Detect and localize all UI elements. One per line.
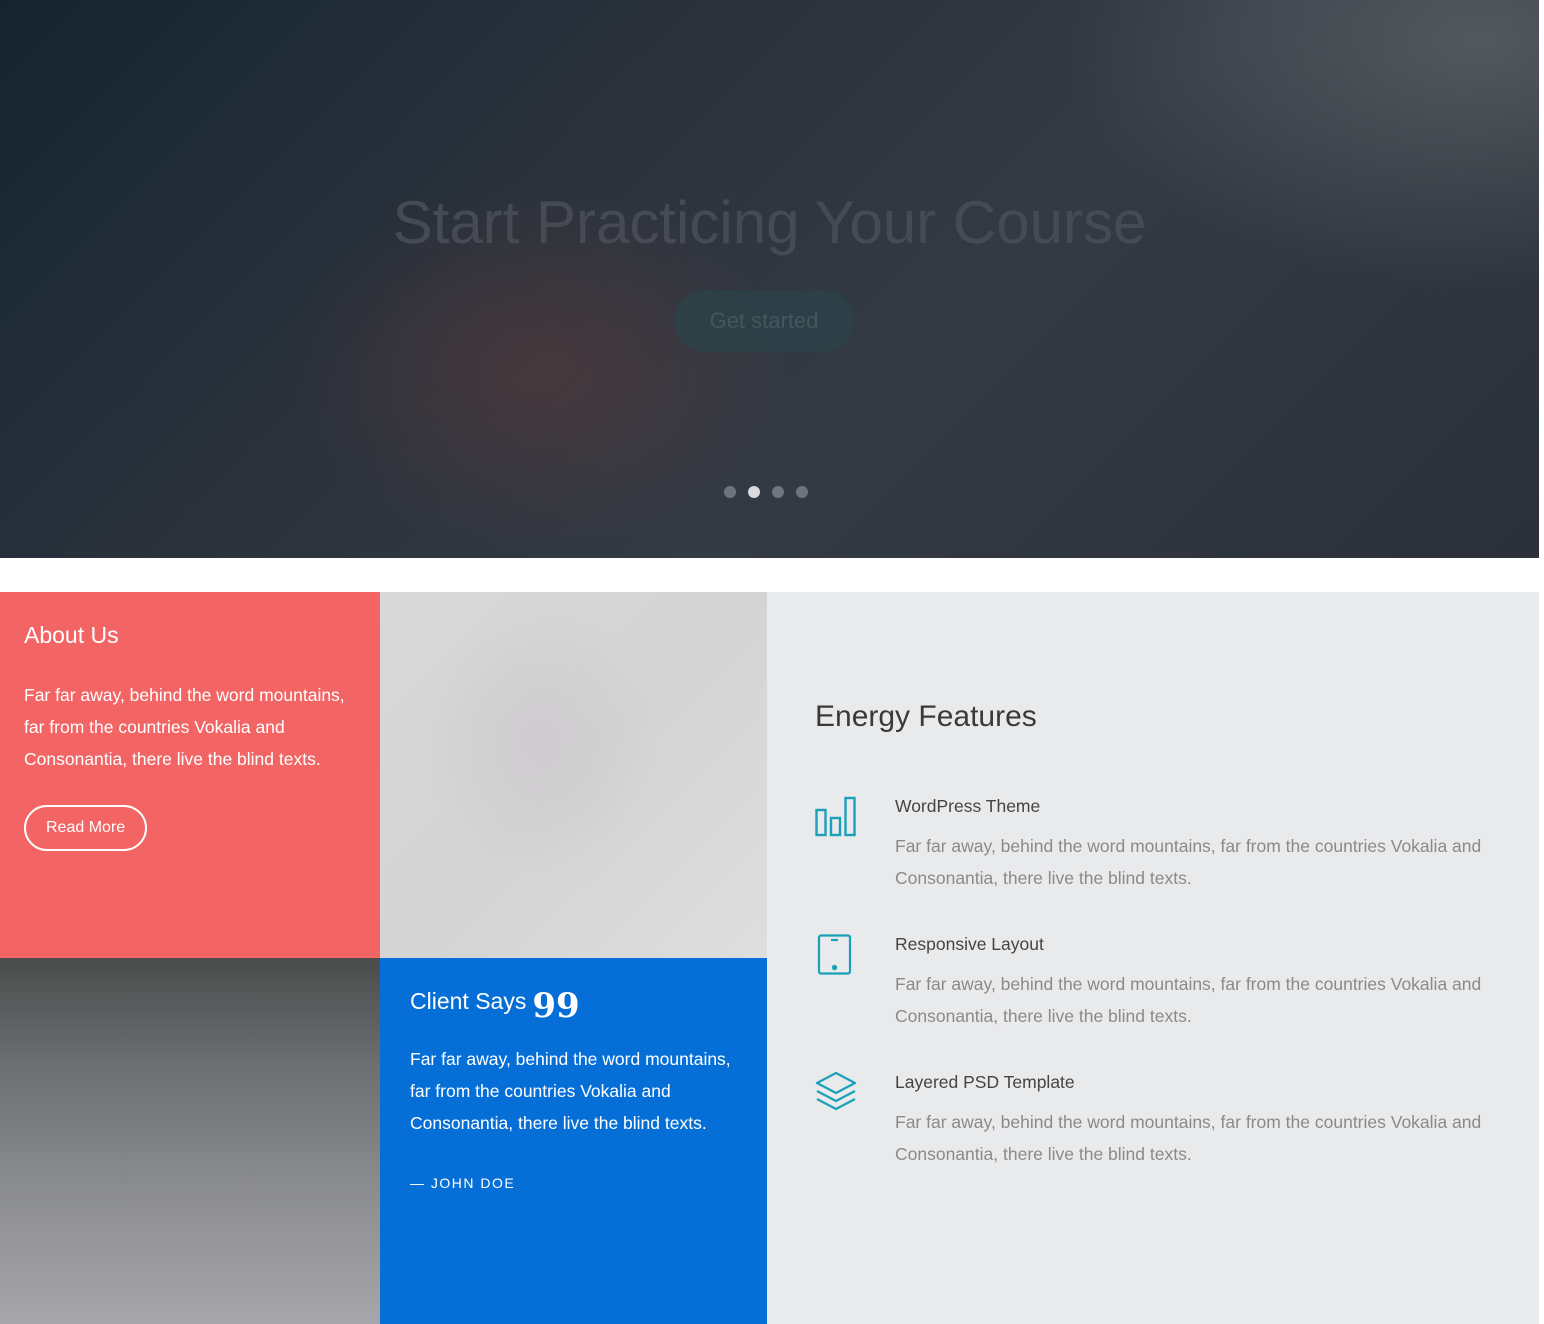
feature-text: Far far away, behind the word mountains,…: [895, 974, 1482, 1026]
energy-features-panel: Energy Features WordPress Theme Far far …: [767, 592, 1539, 1324]
client-says-panel: Client Says 99 Far far away, behind the …: [380, 958, 767, 1324]
slider-dot-2[interactable]: [748, 486, 760, 498]
feature-title: Responsive Layout: [895, 934, 1044, 954]
bar-chart-icon: [815, 796, 857, 838]
quote-icon: 99: [532, 985, 580, 1026]
decorative-image-dark: [0, 958, 380, 1324]
client-quote-text: Far far away, behind the word mountains,…: [410, 1049, 731, 1133]
slider-pagination: [724, 486, 808, 498]
tablet-icon: [815, 934, 857, 976]
about-us-panel: About Us Far far away, behind the word m…: [0, 592, 380, 958]
feature-title: Layered PSD Template: [895, 1072, 1075, 1092]
slider-dot-4[interactable]: [796, 486, 808, 498]
about-text: Far far away, behind the word mountains,…: [24, 685, 345, 769]
feature-text: Far far away, behind the word mountains,…: [895, 836, 1482, 888]
features-title: Energy Features: [815, 700, 1037, 733]
feature-title: WordPress Theme: [895, 796, 1041, 816]
layers-icon: [815, 1071, 857, 1114]
client-title-row: Client Says 99: [410, 985, 737, 1026]
slider-dot-1[interactable]: [724, 486, 736, 498]
get-started-button[interactable]: Get started: [674, 290, 854, 352]
about-title: About Us: [24, 622, 119, 648]
hero-title: Start Practicing Your Course: [392, 189, 1147, 256]
client-title: Client Says: [410, 988, 527, 1014]
read-more-button[interactable]: Read More: [24, 805, 148, 851]
feature-text: Far far away, behind the word mountains,…: [895, 1112, 1482, 1164]
decorative-image-light: [380, 592, 767, 958]
slider-dot-3[interactable]: [772, 486, 784, 498]
client-author: — JOHN DOE: [410, 1175, 516, 1191]
hero-slider: Start Practicing Your Course Get started: [0, 0, 1539, 558]
